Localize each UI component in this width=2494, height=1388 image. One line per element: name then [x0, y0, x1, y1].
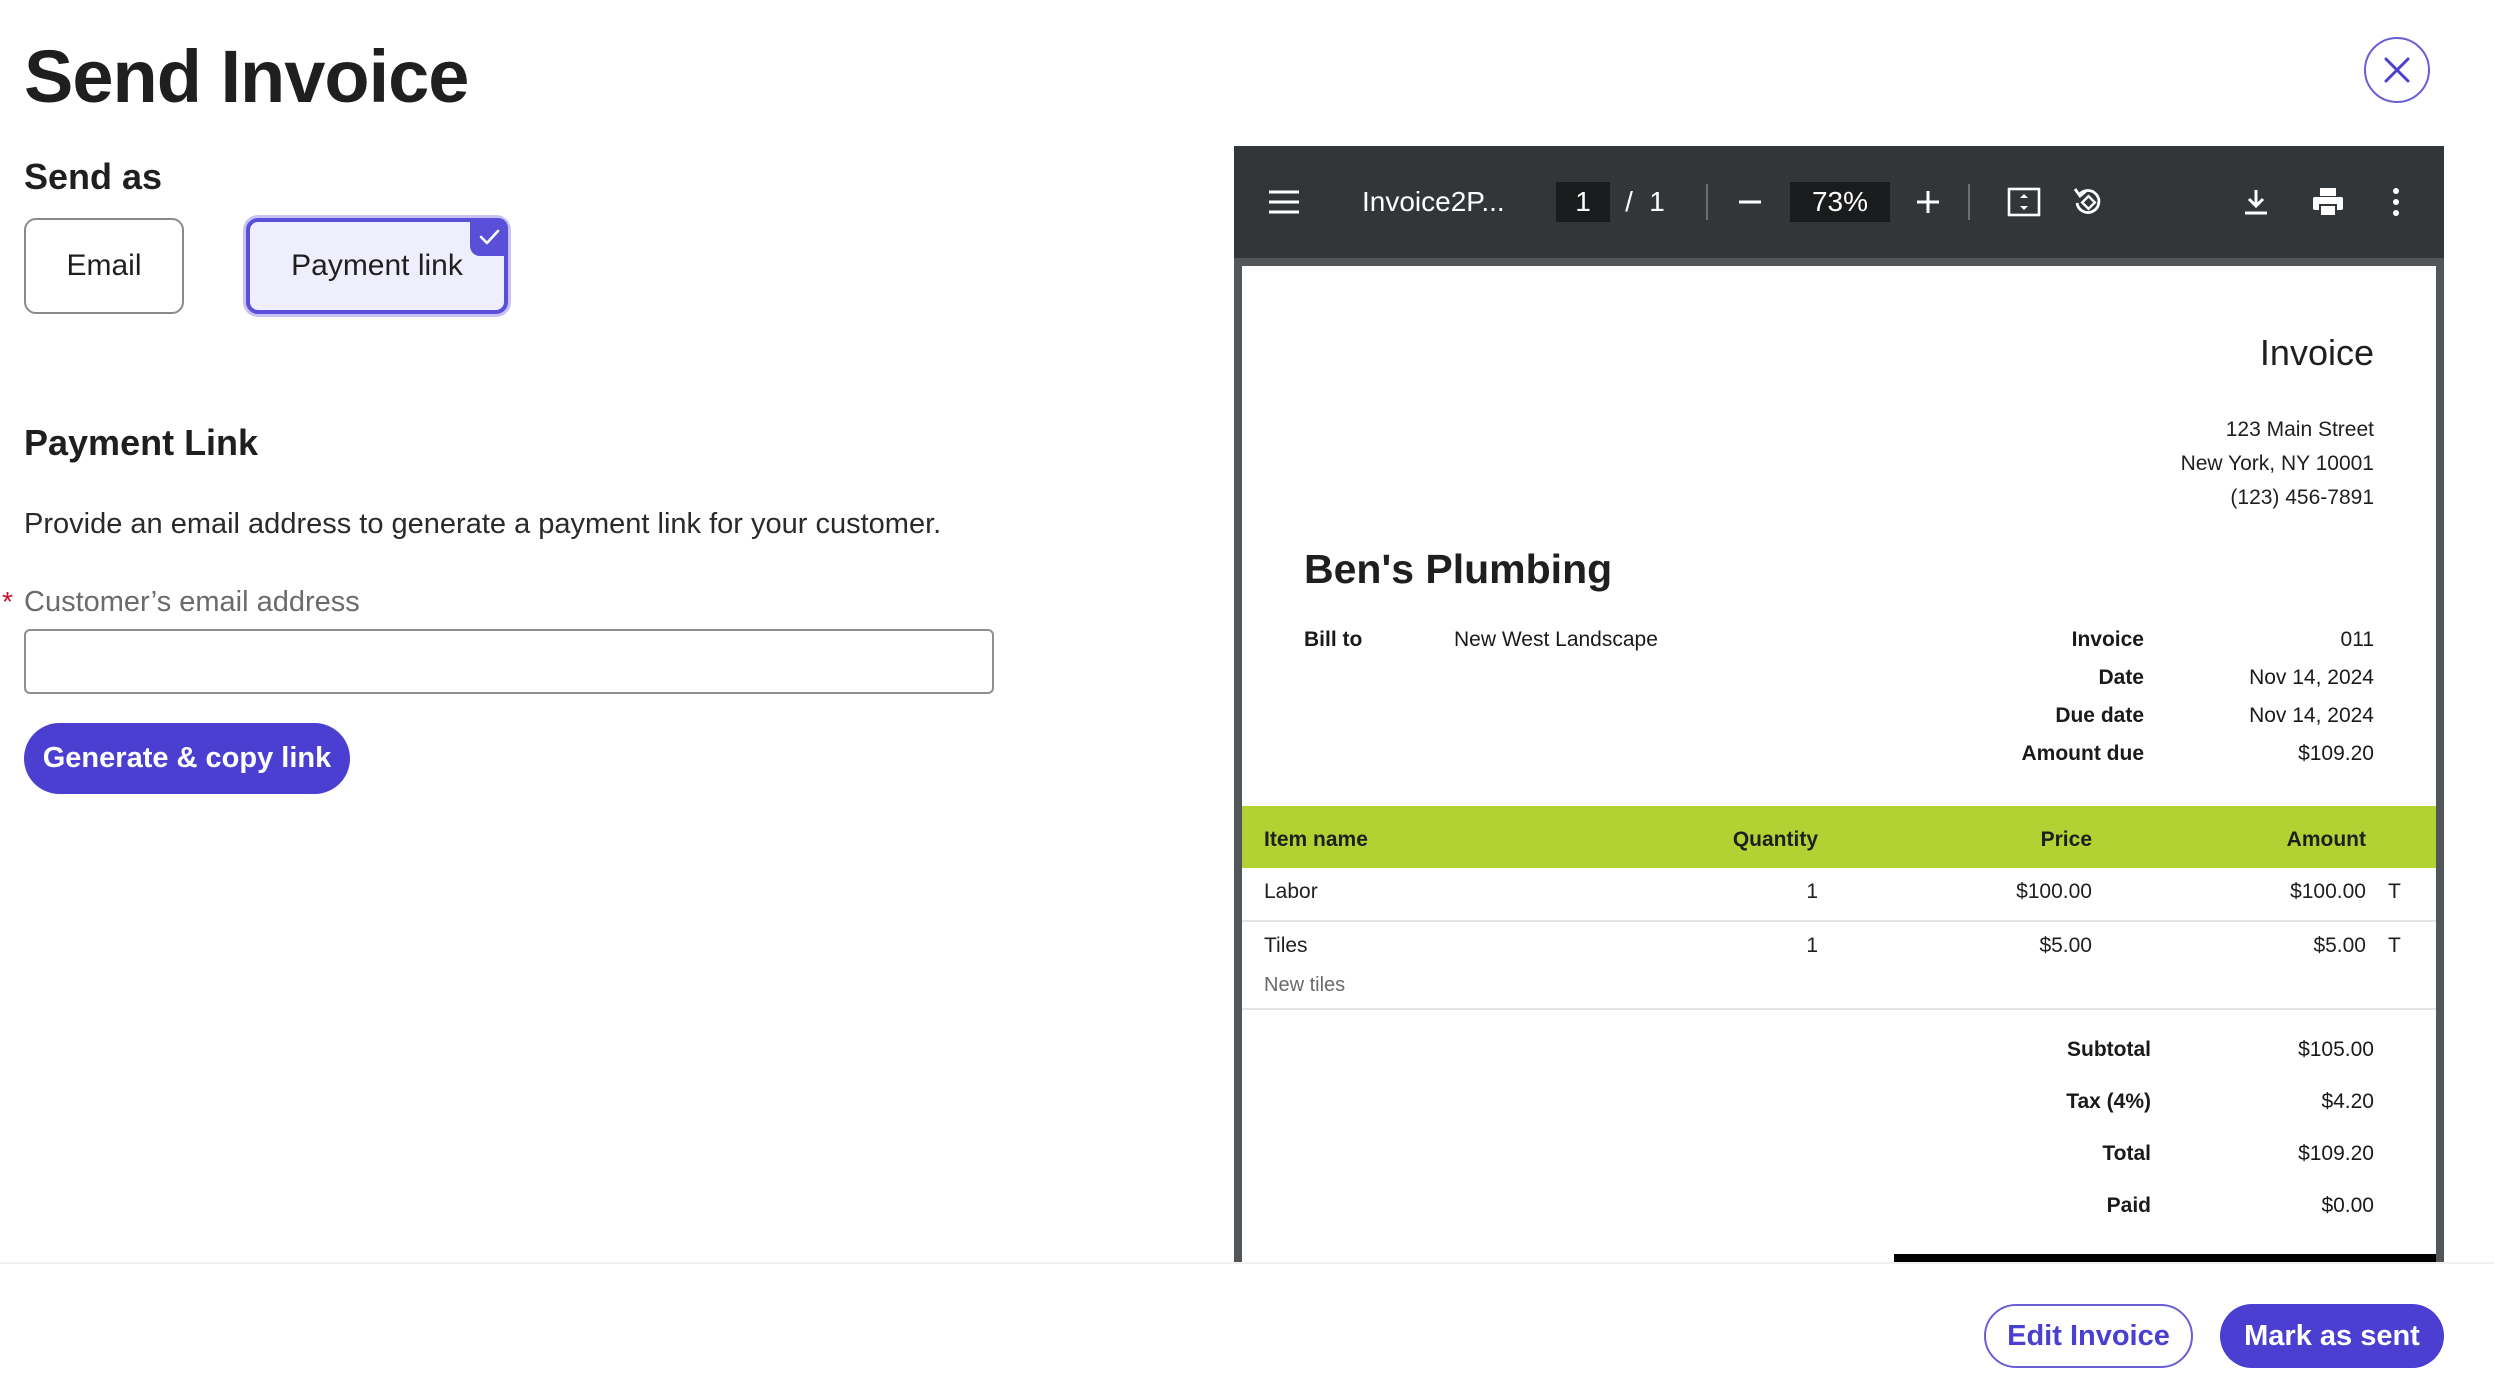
- download-icon[interactable]: [2234, 146, 2278, 258]
- zoom-out-icon[interactable]: [1728, 146, 1772, 258]
- invoice-number-value: 011: [2340, 628, 2374, 651]
- fit-page-icon[interactable]: [2002, 146, 2046, 258]
- item-tax-flag: T: [2388, 934, 2401, 957]
- toolbar-divider: [1706, 184, 1708, 220]
- send-as-label: Send as: [24, 156, 163, 197]
- item-quantity: 1: [1806, 934, 1818, 957]
- invoice-page: Invoice 123 Main Street New York, NY 100…: [1242, 266, 2436, 1264]
- zoom-in-icon[interactable]: [1906, 146, 1950, 258]
- paid-value: $0.00: [2321, 1194, 2374, 1217]
- address-line: New York, NY 10001: [2180, 452, 2374, 475]
- menu-icon[interactable]: [1262, 146, 1306, 258]
- send-as-payment-link-label: Payment link: [291, 249, 463, 282]
- item-note: New tiles: [1264, 974, 1346, 996]
- pdf-toolbar: Invoice2P... 1 / 1 73%: [1234, 146, 2444, 258]
- edit-invoice-button[interactable]: Edit Invoice: [1984, 1304, 2193, 1368]
- column-item-name: Item name: [1264, 828, 1368, 851]
- column-price: Price: [2040, 828, 2092, 851]
- bill-to-label: Bill to: [1304, 628, 1363, 651]
- invoice-number-label: Invoice: [2071, 628, 2144, 651]
- page-title: Send Invoice: [24, 35, 469, 118]
- toolbar-divider: [1968, 184, 1970, 220]
- row-divider: [1242, 920, 2436, 922]
- pdf-viewer: Invoice2P... 1 / 1 73% Invoice 123 Main: [1234, 146, 2444, 1264]
- paid-label: Paid: [2106, 1194, 2151, 1217]
- customer-email-input[interactable]: [24, 629, 994, 694]
- company-name: Ben's Plumbing: [1304, 546, 1613, 592]
- payment-link-description: Provide an email address to generate a p…: [24, 508, 942, 540]
- address-line: 123 Main Street: [2225, 418, 2374, 441]
- due-date-value: Nov 14, 2024: [2249, 704, 2374, 727]
- send-as-email-option[interactable]: Email: [24, 218, 184, 314]
- zoom-level-input[interactable]: 73%: [1790, 182, 1890, 222]
- column-quantity: Quantity: [1732, 828, 1818, 851]
- item-price: $100.00: [2016, 880, 2092, 903]
- column-amount: Amount: [2286, 828, 2366, 851]
- item-tax-flag: T: [2388, 880, 2401, 903]
- item-quantity: 1: [1806, 880, 1818, 903]
- send-as-payment-link-option[interactable]: Payment link: [246, 218, 508, 314]
- items-table-header: Item name Quantity Price Amount: [1242, 806, 2436, 868]
- checkmark-icon: [470, 218, 508, 256]
- date-value: Nov 14, 2024: [2249, 666, 2374, 689]
- item-price: $5.00: [2039, 934, 2092, 957]
- rotate-icon[interactable]: [2066, 146, 2110, 258]
- more-options-icon[interactable]: [2374, 146, 2418, 258]
- amount-due-label: Amount due: [2021, 742, 2144, 765]
- page-separator: /: [1625, 186, 1633, 217]
- generate-copy-link-button[interactable]: Generate & copy link: [24, 723, 350, 794]
- item-amount: $5.00: [2313, 934, 2366, 957]
- close-icon: [2384, 57, 2410, 83]
- page-total: 1: [1649, 186, 1665, 217]
- subtotal-label: Subtotal: [2067, 1038, 2151, 1061]
- subtotal-value: $105.00: [2298, 1038, 2374, 1061]
- row-divider: [1242, 1008, 2436, 1010]
- item-name: Tiles: [1264, 934, 1308, 957]
- bill-to-value: New West Landscape: [1454, 628, 1658, 651]
- address-line: (123) 456-7891: [2230, 486, 2374, 509]
- print-icon[interactable]: [2306, 146, 2350, 258]
- item-name: Labor: [1264, 880, 1318, 903]
- pdf-file-name: Invoice2P...: [1362, 186, 1505, 217]
- date-label: Date: [2098, 666, 2144, 689]
- total-value: $109.20: [2298, 1142, 2374, 1165]
- total-label: Total: [2102, 1142, 2151, 1165]
- due-date-label: Due date: [2055, 704, 2144, 727]
- close-button[interactable]: [2364, 37, 2430, 103]
- required-marker: *: [2, 586, 13, 617]
- tax-value: $4.20: [2321, 1090, 2374, 1113]
- customer-email-label: Customer’s email address: [24, 586, 360, 618]
- mark-as-sent-button[interactable]: Mark as sent: [2220, 1304, 2444, 1368]
- page-number-input[interactable]: 1: [1556, 182, 1610, 222]
- amount-due-value: $109.20: [2298, 742, 2374, 765]
- payment-link-title: Payment Link: [24, 422, 259, 463]
- send-as-email-label: Email: [66, 249, 142, 282]
- item-amount: $100.00: [2290, 880, 2366, 903]
- invoice-heading: Invoice: [2259, 332, 2374, 373]
- tax-label: Tax (4%): [2066, 1090, 2151, 1113]
